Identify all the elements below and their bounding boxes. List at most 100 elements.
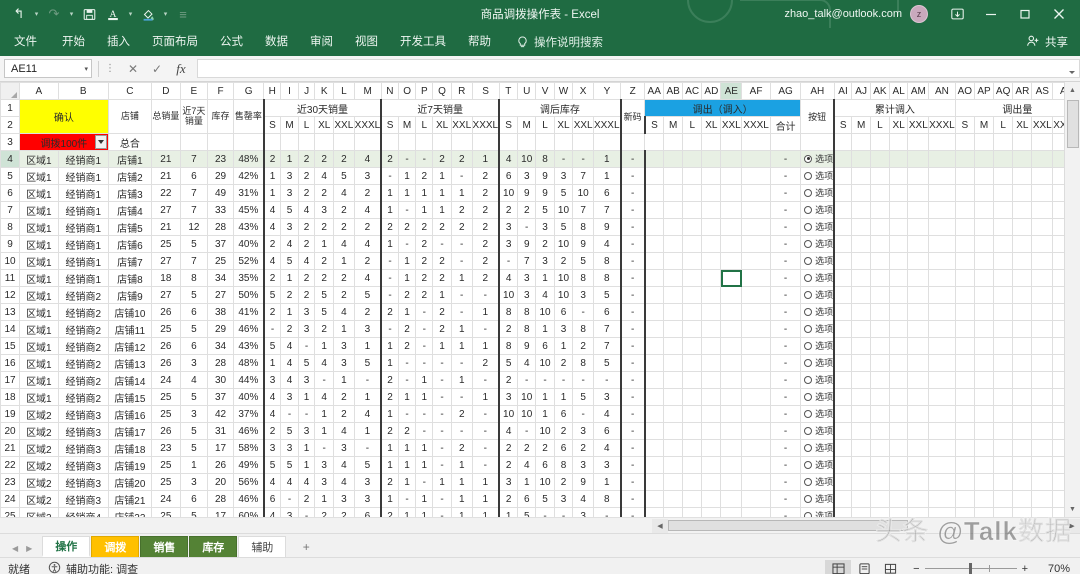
cell-AC16[interactable] bbox=[682, 354, 703, 372]
cell-H6[interactable]: 1 bbox=[262, 184, 282, 202]
cell-T25[interactable]: 1 bbox=[498, 507, 519, 517]
cell-C25[interactable]: 店铺22 bbox=[107, 507, 152, 517]
normal-view-button[interactable] bbox=[825, 559, 852, 574]
cell-AM10[interactable] bbox=[907, 252, 930, 270]
size-header-L[interactable]: XXL bbox=[333, 116, 355, 134]
table-row[interactable]: 8 区域1 经销商1 店铺5 21 12 28 43% 4 3 2 2 2 2 2 2 2 2 2 2 3-3 5 8 9- -… bbox=[0, 218, 1080, 236]
cell-AC18[interactable] bbox=[682, 388, 703, 406]
cell-V21[interactable]: 2 bbox=[535, 439, 555, 457]
cell-X7[interactable]: 7 bbox=[572, 201, 594, 219]
cell-T15[interactable]: 8 bbox=[498, 337, 519, 355]
cell-AE12[interactable] bbox=[720, 286, 743, 304]
avatar[interactable]: z bbox=[910, 5, 928, 23]
cell-O8[interactable]: 2 bbox=[397, 218, 417, 236]
scroll-up-icon[interactable]: ▲ bbox=[1065, 82, 1080, 98]
size-header-AO[interactable]: S bbox=[954, 116, 976, 134]
cell-U12[interactable]: 3 bbox=[517, 286, 537, 304]
cell-AI5[interactable] bbox=[833, 167, 853, 185]
cell-S7[interactable]: 2 bbox=[471, 201, 501, 219]
cell-D15[interactable]: 26 bbox=[150, 337, 181, 355]
cell-F4[interactable]: 23 bbox=[207, 150, 234, 168]
cell-G16[interactable]: 48% bbox=[232, 354, 265, 372]
cell-N16[interactable]: 1 bbox=[380, 354, 399, 372]
cell-AO11[interactable] bbox=[954, 269, 976, 287]
cell-AQ18[interactable] bbox=[992, 388, 1014, 406]
cell-N25[interactable]: 2 bbox=[380, 507, 399, 517]
cell-L4[interactable]: 2 bbox=[333, 150, 355, 168]
cell-AI20[interactable] bbox=[833, 422, 853, 440]
cell-N20[interactable]: 2 bbox=[380, 422, 399, 440]
row-header-8[interactable]: 8 bbox=[0, 218, 20, 236]
cell-O23[interactable]: 1 bbox=[397, 473, 417, 491]
cell-L25[interactable]: 2 bbox=[333, 507, 355, 517]
cell-C16[interactable]: 店铺13 bbox=[107, 354, 152, 372]
cell-I22[interactable]: 5 bbox=[280, 456, 299, 474]
cell-M22[interactable]: 5 bbox=[353, 456, 383, 474]
cell-R13[interactable]: - bbox=[450, 303, 473, 321]
cell-R8[interactable]: 2 bbox=[450, 218, 473, 236]
cell-C22[interactable]: 店铺19 bbox=[107, 456, 152, 474]
cell-A9[interactable]: 区域1 bbox=[19, 235, 59, 253]
cell-F25[interactable]: 17 bbox=[207, 507, 234, 517]
cell-R15[interactable]: 1 bbox=[450, 337, 473, 355]
cell-AL5[interactable] bbox=[888, 167, 909, 185]
cell-B15[interactable]: 经销商2 bbox=[57, 337, 109, 355]
expand-formula-bar-button[interactable] bbox=[1064, 59, 1080, 78]
cell-P6[interactable]: 1 bbox=[415, 184, 434, 202]
cell-H18[interactable]: 4 bbox=[262, 388, 282, 406]
cell-AQ10[interactable] bbox=[992, 252, 1014, 270]
cell-AM21[interactable] bbox=[907, 439, 930, 457]
column-header-AN[interactable]: AN bbox=[928, 82, 956, 100]
cell-R20[interactable]: - bbox=[450, 422, 473, 440]
cell-AC4[interactable] bbox=[682, 150, 703, 168]
cell-Q25[interactable]: - bbox=[432, 507, 452, 517]
cell-S22[interactable]: - bbox=[471, 456, 501, 474]
cell-AA17[interactable] bbox=[643, 371, 665, 389]
cell-AF4[interactable] bbox=[741, 150, 772, 168]
cell-O6[interactable]: 1 bbox=[397, 184, 417, 202]
cell-AK16[interactable] bbox=[869, 354, 890, 372]
cell-Z7[interactable]: - bbox=[619, 201, 646, 219]
cell-AP6[interactable] bbox=[974, 184, 994, 202]
cell-AP18[interactable] bbox=[974, 388, 994, 406]
cell-P9[interactable]: 2 bbox=[415, 235, 434, 253]
cell-AO19[interactable] bbox=[954, 405, 976, 423]
cell-I16[interactable]: 4 bbox=[280, 354, 299, 372]
cell-Q11[interactable]: 2 bbox=[432, 269, 452, 287]
cell-AN15[interactable] bbox=[928, 337, 956, 355]
cell-I19[interactable]: - bbox=[280, 405, 299, 423]
cell-L13[interactable]: 4 bbox=[333, 303, 355, 321]
cell-AS14[interactable] bbox=[1031, 320, 1054, 338]
cell-AF15[interactable] bbox=[741, 337, 772, 355]
cell-AN7[interactable] bbox=[928, 201, 956, 219]
table-row[interactable]: 14 区域1 经销商2 店铺11 25 5 29 46% -2 3 2 1 3-2-2 1-2 8 1 3 8 7-… bbox=[0, 320, 1080, 338]
cell-Q24[interactable]: - bbox=[432, 490, 452, 508]
cell-AC8[interactable] bbox=[682, 218, 703, 236]
cell-AN18[interactable] bbox=[928, 388, 956, 406]
size-header-AN[interactable]: XXXL bbox=[928, 116, 956, 134]
cell-V6[interactable]: 9 bbox=[535, 184, 555, 202]
cell-AO25[interactable] bbox=[954, 507, 976, 517]
cell-AC9[interactable] bbox=[682, 235, 703, 253]
cell-W15[interactable]: 1 bbox=[553, 337, 574, 355]
cell-O16[interactable]: - bbox=[397, 354, 417, 372]
cell-N3[interactable] bbox=[380, 133, 399, 151]
name-box-dropdown-icon[interactable]: ▾ bbox=[84, 65, 88, 73]
cell-H11[interactable]: 2 bbox=[262, 269, 282, 287]
scroll-right-icon[interactable]: ▶ bbox=[1064, 518, 1080, 533]
size-header-H[interactable]: S bbox=[262, 116, 282, 134]
cell-K21[interactable]: - bbox=[314, 439, 335, 457]
cell-B24[interactable]: 经销商3 bbox=[57, 490, 109, 508]
column-header-A[interactable]: A bbox=[19, 82, 59, 100]
cell-AC21[interactable] bbox=[682, 439, 703, 457]
cell-AG10[interactable]: - bbox=[770, 252, 802, 270]
cell-AR19[interactable] bbox=[1012, 405, 1033, 423]
cell-AJ24[interactable] bbox=[851, 490, 871, 508]
cell-C9[interactable]: 店铺6 bbox=[107, 235, 152, 253]
cell-X9[interactable]: 9 bbox=[572, 235, 594, 253]
cell-A6[interactable]: 区域1 bbox=[19, 184, 59, 202]
cell-B18[interactable]: 经销商2 bbox=[57, 388, 109, 406]
cell-O7[interactable]: - bbox=[397, 201, 417, 219]
cell-AK15[interactable] bbox=[869, 337, 890, 355]
size-header-AM[interactable]: XXL bbox=[907, 116, 930, 134]
